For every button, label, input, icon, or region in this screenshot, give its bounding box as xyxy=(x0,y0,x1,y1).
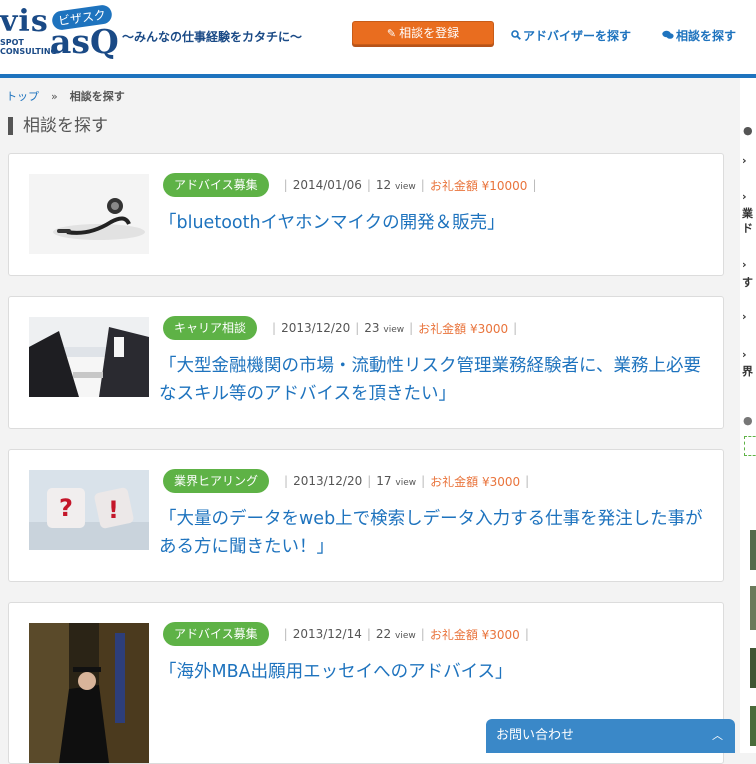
register-consultation-button[interactable]: ✎ 相談を登録 xyxy=(352,21,494,45)
view-count: 22 view xyxy=(376,627,416,641)
view-count: 12 view xyxy=(376,178,416,192)
category-badge[interactable]: キャリア相談 xyxy=(163,316,258,340)
sidebar-photo xyxy=(750,530,756,570)
logo-spot-consulting: SPOT CONSULTING xyxy=(0,38,57,56)
tagline: 〜みんなの仕事経験をカタチに〜 xyxy=(122,30,303,44)
find-advisor-link[interactable]: アドバイザーを探す xyxy=(511,27,631,44)
chevron-right-icon[interactable]: › xyxy=(742,310,747,323)
card-meta: キャリア相談 | 2013/12/20 | 23 view | お礼金額 ¥3000 … xyxy=(163,316,522,340)
logo-vis: vis xyxy=(0,4,49,39)
consultation-title[interactable]: 「海外MBA出願用エッセイへのアドバイス」 xyxy=(159,658,704,686)
consultation-card[interactable]: ? ! 業界ヒアリング | 2013/12/20 | 17 view | お礼金額 ¥… xyxy=(8,449,724,582)
category-badge[interactable]: アドバイス募集 xyxy=(163,173,269,197)
reward-amount: お礼金額 ¥3000 xyxy=(429,627,520,642)
contact-label: お問い合わせ xyxy=(496,728,575,743)
card-meta: アドバイス募集 | 2014/01/06 | 12 view | お礼金額 ¥1000… xyxy=(163,173,541,197)
card-meta: アドバイス募集 | 2013/12/14 | 22 view | お礼金額 ¥3000… xyxy=(163,622,534,646)
reward-amount: お礼金額 ¥10000 xyxy=(429,178,528,193)
consultation-card[interactable]: アドバイス募集 | 2014/01/06 | 12 view | お礼金額 ¥1000… xyxy=(8,153,724,276)
breadcrumb-separator: » xyxy=(51,90,58,103)
edit-icon: ✎ xyxy=(386,27,397,40)
sidebar-photo xyxy=(750,586,756,630)
view-unit: view xyxy=(395,182,416,192)
users-icon: ● xyxy=(743,414,753,427)
header-divider xyxy=(0,74,756,78)
post-date: 2013/12/14 xyxy=(292,627,362,641)
view-count: 17 view xyxy=(376,474,416,488)
consultation-title[interactable]: 「大量のデータをweb上で検索しデータ入力する仕事を発注した事がある方に聞きたい… xyxy=(159,505,704,561)
sidebar-item-label[interactable]: 業 xyxy=(742,205,753,221)
logo-spot: SPOT xyxy=(0,38,24,47)
find-consultation-label: 相談を探す xyxy=(676,29,737,43)
post-date: 2013/12/20 xyxy=(293,474,363,488)
post-date: 2014/01/06 xyxy=(292,178,362,192)
sidebar-box xyxy=(744,436,756,456)
graduation-photo[interactable] xyxy=(29,623,149,763)
view-unit: view xyxy=(383,325,405,335)
breadcrumb: トップ » 相談を探す xyxy=(6,88,125,104)
chevron-right-icon[interactable]: › xyxy=(742,154,747,167)
category-badge[interactable]: アドバイス募集 xyxy=(163,622,269,646)
contact-tab[interactable]: お問い合わせ ︿ xyxy=(486,719,735,753)
card-meta: 業界ヒアリング | 2013/12/20 | 17 view | お礼金額 ¥3000… xyxy=(163,469,534,493)
right-sidebar: ● › › 業 ド › す › › 界 ● xyxy=(740,78,756,753)
view-unit: view xyxy=(395,478,417,488)
business-meeting-photo[interactable] xyxy=(29,317,149,397)
category-badge[interactable]: 業界ヒアリング xyxy=(163,469,270,493)
register-label: 相談を登録 xyxy=(399,26,460,40)
view-count-number: 12 xyxy=(375,178,392,192)
comments-icon: ● xyxy=(743,124,753,137)
page-title: 相談を探す xyxy=(8,117,108,135)
consultation-card[interactable]: キャリア相談 | 2013/12/20 | 23 view | お礼金額 ¥3000 … xyxy=(8,296,724,429)
post-date: 2013/12/20 xyxy=(281,321,351,335)
chevron-right-icon[interactable]: › xyxy=(742,190,747,203)
sidebar-photo xyxy=(750,706,756,746)
sidebar-item-label[interactable]: ド xyxy=(742,220,753,236)
sidebar-photo xyxy=(750,648,756,688)
chevron-up-icon: ︿ xyxy=(712,729,723,742)
logo-consulting: CONSULTING xyxy=(0,47,58,56)
svg-text:!: ! xyxy=(108,496,119,524)
reward-amount: お礼金額 ¥3000 xyxy=(418,321,509,336)
consultation-title[interactable]: 「大型金融機関の市場・流動性リスク管理業務経験者に、業務上必要なスキル等のアドバ… xyxy=(159,352,704,408)
consultation-title[interactable]: 「bluetoothイヤホンマイクの開発＆販売」 xyxy=(159,209,704,237)
view-count-number: 22 xyxy=(375,627,392,641)
earphone-photo[interactable] xyxy=(29,174,149,254)
breadcrumb-current: 相談を探す xyxy=(69,90,125,103)
find-consultation-link[interactable]: 相談を探す xyxy=(662,27,736,44)
site-logo[interactable]: vis ビザスク asQ SPOT CONSULTING xyxy=(0,3,120,64)
view-count-number: 23 xyxy=(364,321,380,335)
svg-text:?: ? xyxy=(59,494,73,522)
chevron-right-icon[interactable]: › xyxy=(742,258,747,271)
logo-asq: asQ xyxy=(50,22,119,61)
comments-icon xyxy=(662,30,674,43)
breadcrumb-home[interactable]: トップ xyxy=(6,90,39,103)
view-count: 23 view xyxy=(364,321,404,335)
view-unit: view xyxy=(395,631,416,641)
sidebar-item-label[interactable]: 界 xyxy=(742,363,753,379)
find-advisor-label: アドバイザーを探す xyxy=(523,29,632,43)
sidebar-item-label[interactable]: す xyxy=(742,274,753,290)
site-header: vis ビザスク asQ SPOT CONSULTING 〜みんなの仕事経験をカ… xyxy=(0,0,756,74)
view-count-number: 17 xyxy=(376,474,392,488)
reward-amount: お礼金額 ¥3000 xyxy=(430,474,521,489)
question-dice-photo[interactable]: ? ! xyxy=(29,470,149,550)
search-icon xyxy=(511,30,521,43)
chevron-right-icon[interactable]: › xyxy=(742,348,747,361)
